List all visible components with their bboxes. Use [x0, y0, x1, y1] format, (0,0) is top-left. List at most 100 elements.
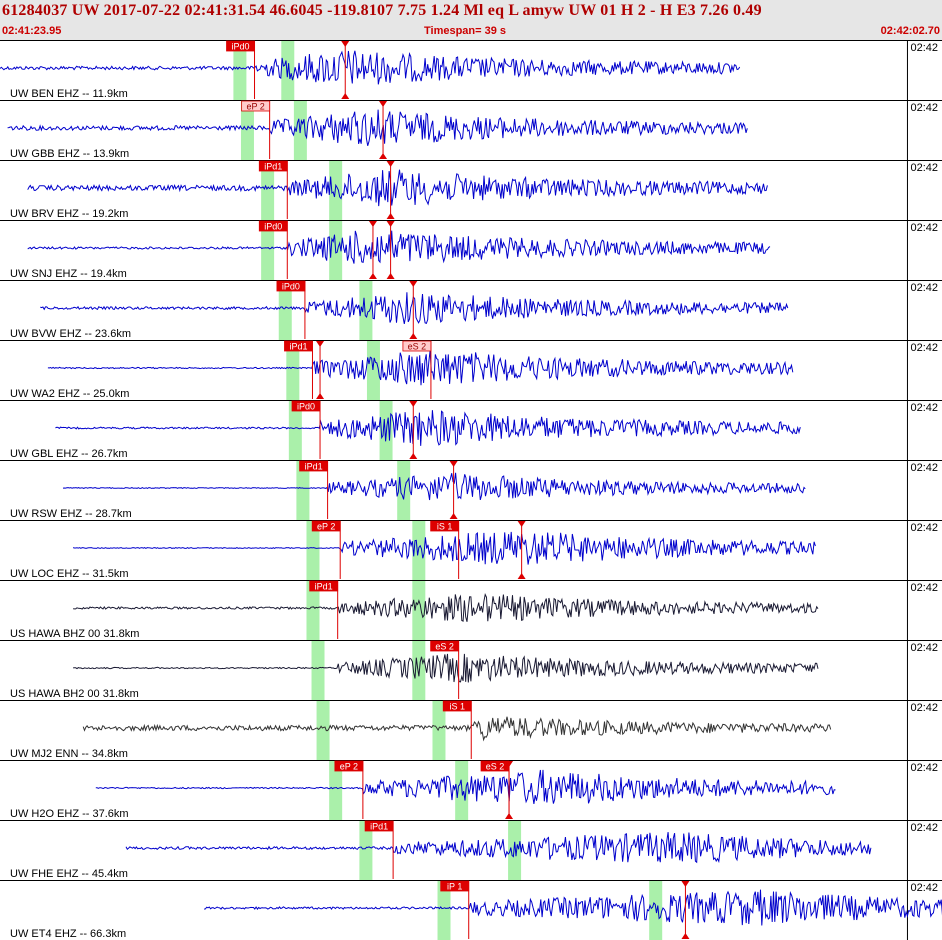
waveform-trace [40, 292, 789, 325]
flag-marker-top [379, 101, 388, 107]
minute-tick-label: 02:42 [910, 102, 938, 114]
flag-marker-top [409, 281, 418, 287]
minute-tick-label: 02:42 [910, 342, 938, 354]
flag-marker-top [681, 881, 690, 887]
flag-marker-bottom [505, 813, 514, 819]
minute-tick-label: 02:42 [910, 762, 938, 774]
flag-marker-bottom [368, 273, 377, 279]
flag-marker-bottom [386, 213, 395, 219]
pick-label: iPd0 [264, 222, 282, 232]
station-label: UW BRV EHZ -- 19.2km [10, 208, 128, 220]
minute-tick-label: 02:42 [910, 522, 938, 534]
waveform-trace [27, 230, 771, 264]
seismogram-plot[interactable]: iPd0 UW BEN EHZ -- 11.9km 02:42 eP 2 UW GBB … [0, 40, 942, 940]
pick-label: iPd1 [315, 582, 333, 592]
trace-row-11: eS 2 US HAWA BH2 00 31.8km 02:42 [10, 640, 938, 700]
station-label: UW ET4 EHZ -- 66.3km [10, 928, 126, 940]
minute-tick-label: 02:42 [910, 582, 938, 594]
trace-row-2: eP 2 UW GBB EHZ -- 13.9km 02:42 [7, 100, 938, 160]
pick-label: iS 1 [449, 702, 465, 712]
station-label: US HAWA BH2 00 31.8km [10, 688, 139, 700]
analysis-window [311, 641, 325, 700]
waveform-trace [0, 50, 741, 85]
minute-tick-label: 02:42 [910, 822, 938, 834]
event-title: 61284037 UW 2017-07-22 02:41:31.54 46.60… [2, 2, 762, 19]
end-time-label: 02:42:02.70 [880, 25, 940, 37]
pick-label: eS 2 [435, 642, 454, 652]
waveform-trace [204, 889, 942, 926]
pick-label: eP 2 [317, 522, 335, 532]
flag-marker-top [517, 521, 526, 527]
minute-tick-label: 02:42 [910, 642, 938, 654]
pick-label: eP 2 [340, 762, 358, 772]
analysis-window [412, 581, 426, 640]
waveform-trace [62, 472, 806, 501]
trace-row-6: iPd1 eS 2 UW WA2 EHZ -- 25.0km 02:42 [10, 340, 938, 400]
pick-label: iP 1 [447, 882, 462, 892]
trace-row-10: iPd1 US HAWA BHZ 00 31.8km 02:42 [10, 580, 938, 640]
analysis-window [412, 641, 426, 700]
flag-marker-top [409, 401, 418, 407]
waveform-trace [73, 593, 819, 622]
flag-marker-bottom [449, 513, 458, 519]
waveform-trace [7, 109, 748, 146]
trace-row-12: iS 1 UW MJ2 ENN -- 34.8km 02:42 [10, 700, 938, 760]
flag-marker-bottom [681, 933, 690, 939]
pick-label: eS 2 [486, 762, 505, 772]
pick-label: iPd0 [232, 42, 250, 52]
minute-tick-label: 02:42 [910, 882, 938, 894]
station-label: UW GBB EHZ -- 13.9km [10, 148, 129, 160]
trace-row-14: iPd1 UW FHE EHZ -- 45.4km 02:42 [10, 820, 938, 880]
pick-label: iPd1 [370, 822, 388, 832]
pick-label: iS 1 [437, 522, 453, 532]
trace-row-8: iPd1 UW RSW EHZ -- 28.7km 02:42 [10, 460, 938, 520]
trace-row-15: iP 1 UW ET4 EHZ -- 66.3km 02:42 [10, 880, 942, 940]
flag-marker-top [386, 221, 395, 227]
waveform-trace [125, 832, 872, 864]
pick-label: iPd0 [297, 402, 315, 412]
record-header: 61284037 UW 2017-07-22 02:41:31.54 46.60… [0, 0, 942, 40]
timespan-label: Timespan= 39 s [424, 25, 507, 37]
station-label: UW FHE EHZ -- 45.4km [10, 868, 128, 880]
station-label: UW H2O EHZ -- 37.6km [10, 808, 129, 820]
waveform-trace [47, 350, 794, 386]
trace-row-3: iPd1 UW BRV EHZ -- 19.2km 02:42 [10, 160, 938, 220]
station-label: UW SNJ EHZ -- 19.4km [10, 268, 127, 280]
minute-tick-label: 02:42 [910, 462, 938, 474]
minute-tick-label: 02:42 [910, 282, 938, 294]
station-label: UW BVW EHZ -- 23.6km [10, 328, 131, 340]
flag-marker-bottom [409, 453, 418, 459]
flag-marker-bottom [341, 93, 350, 99]
flag-marker-top [368, 221, 377, 227]
flag-marker-bottom [316, 393, 325, 399]
flag-marker-bottom [379, 153, 388, 159]
pick-label: eS 2 [408, 342, 427, 352]
station-label: UW WA2 EHZ -- 25.0km [10, 388, 129, 400]
waveform-trace [73, 653, 819, 683]
trace-row-4: iPd0 UW SNJ EHZ -- 19.4km 02:42 [10, 220, 938, 280]
pick-label: iPd0 [282, 282, 300, 292]
flag-marker-bottom [517, 573, 526, 579]
trace-row-1: iPd0 UW BEN EHZ -- 11.9km 02:42 [0, 40, 938, 100]
minute-tick-label: 02:42 [910, 402, 938, 414]
flag-marker-top [341, 41, 350, 47]
flag-marker-top [449, 461, 458, 467]
flag-marker-bottom [409, 333, 418, 339]
waveform-trace [27, 169, 768, 207]
flag-marker-top [316, 341, 325, 347]
pick-label: iPd1 [264, 162, 282, 172]
analysis-window [397, 461, 411, 520]
station-label: UW BEN EHZ -- 11.9km [10, 88, 128, 100]
minute-tick-label: 02:42 [910, 222, 938, 234]
trace-row-5: iPd0 UW BVW EHZ -- 23.6km 02:42 [10, 280, 938, 340]
minute-tick-label: 02:42 [910, 702, 938, 714]
pick-label: iPd1 [289, 342, 307, 352]
flag-marker-bottom [386, 273, 395, 279]
pick-label: eP 2 [246, 102, 264, 112]
trace-row-13: eP 2 eS 2 UW H2O EHZ -- 37.6km 02:42 [10, 760, 938, 820]
minute-tick-label: 02:42 [910, 42, 938, 54]
station-label: UW GBL EHZ -- 26.7km [10, 448, 128, 460]
station-label: UW RSW EHZ -- 28.7km [10, 508, 132, 520]
pick-label: iPd1 [305, 462, 323, 472]
station-label: UW MJ2 ENN -- 34.8km [10, 748, 128, 760]
